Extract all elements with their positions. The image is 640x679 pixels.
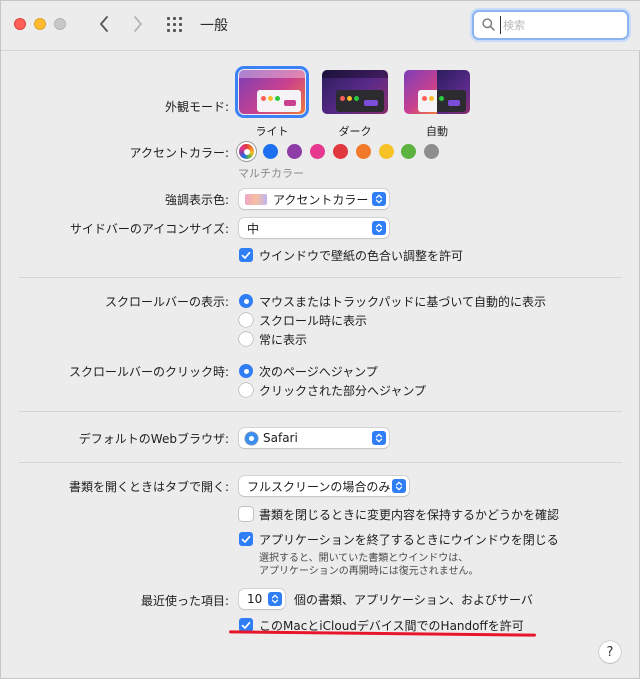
close-windows-label: アプリケーションを終了するときにウインドウを閉じる: [259, 533, 559, 547]
checkmark-icon: [241, 621, 251, 629]
radio-scroll-when-scrolling-label: スクロール時に表示: [259, 314, 368, 328]
checkmark-icon: [241, 251, 251, 259]
radio-scroll-auto-label: マウスまたはトラックパッドに基づいて自動的に表示: [259, 295, 547, 309]
sidebar-icon-size-value: 中: [247, 221, 260, 236]
checkmark-icon: [241, 535, 251, 543]
highlight-color-value: アクセントカラー: [273, 192, 369, 207]
appearance-option-label: ダーク: [338, 125, 372, 138]
close-windows-checkbox[interactable]: [239, 532, 253, 546]
accent-orange-swatch[interactable]: [356, 144, 371, 159]
search-input[interactable]: [500, 16, 620, 34]
ask-keep-changes-label: 書類を閉じるときに変更内容を保持するかどうかを確認: [259, 508, 560, 522]
separator: [19, 462, 622, 463]
separator: [19, 277, 622, 278]
sidebar-icon-size-label: サイドバーのアイコンサイズ:: [69, 222, 229, 236]
chevron-right-icon: [134, 16, 142, 32]
sidebar-icon-size-popup[interactable]: 中: [239, 218, 389, 238]
accent-green-swatch[interactable]: [401, 144, 416, 159]
zoom-window-button[interactable]: [54, 18, 66, 30]
close-window-button[interactable]: [14, 18, 26, 30]
accent-blue-swatch[interactable]: [263, 144, 278, 159]
appearance-option-light[interactable]: ライト: [235, 66, 309, 139]
radio-scroll-auto[interactable]: [239, 294, 253, 308]
default-browser-value: Safari: [263, 431, 298, 445]
scrollbar-show-label: スクロールバーの表示:: [104, 295, 229, 309]
pane-title: 一般: [200, 18, 228, 34]
scrollbar-click-label: スクロールバーのクリック時:: [68, 365, 229, 379]
dark-thumbnail: [322, 70, 388, 114]
separator: [19, 411, 622, 412]
radio-scroll-always-label: 常に表示: [259, 333, 308, 347]
minimize-window-button[interactable]: [34, 18, 46, 30]
open-in-tabs-value: フルスクリーンの場合のみ: [247, 479, 391, 494]
chevron-updown-icon: [268, 592, 282, 606]
highlight-color-label: 強調表示色:: [164, 193, 229, 207]
recent-items-label: 最近使った項目:: [140, 594, 229, 608]
safari-icon: [245, 431, 258, 445]
show-all-grid-icon[interactable]: [165, 14, 185, 34]
radio-scroll-always[interactable]: [239, 332, 253, 346]
accent-red-swatch[interactable]: [333, 144, 348, 159]
highlight-color-popup[interactable]: アクセントカラー: [239, 189, 389, 209]
wallpaper-tint-label: ウインドウで壁紙の色合い調整を許可: [259, 249, 464, 263]
recent-items-popup[interactable]: 10: [239, 589, 285, 609]
radio-jump-next-page-label: 次のページへジャンプ: [259, 365, 378, 379]
open-in-tabs-label: 書類を開くときはタブで開く:: [68, 480, 229, 494]
recent-items-suffix: 個の書類、アプリケーション、およびサーバ: [294, 593, 533, 607]
close-windows-note-line1: 選択すると、開いていた書類とウインドウは、: [259, 553, 469, 564]
accent-color-label: アクセントカラー:: [129, 146, 229, 160]
recent-items-value: 10: [247, 592, 263, 606]
default-browser-popup[interactable]: Safari: [239, 428, 389, 448]
ask-keep-changes-checkbox[interactable]: [239, 507, 253, 521]
forward-button[interactable]: [127, 13, 149, 35]
appearance-label: 外観モード:: [164, 100, 229, 114]
help-button[interactable]: ?: [599, 641, 621, 663]
search-field[interactable]: [472, 10, 629, 40]
search-icon: [482, 18, 495, 31]
light-thumbnail: [235, 66, 309, 118]
back-button[interactable]: [93, 13, 115, 35]
appearance-option-auto[interactable]: 自動: [404, 70, 470, 139]
accent-selected-name: マルチカラー: [238, 167, 304, 180]
appearance-option-label: 自動: [426, 125, 448, 138]
chevron-updown-icon: [392, 479, 406, 493]
appearance-option-dark[interactable]: ダーク: [322, 70, 388, 139]
radio-scroll-when-scrolling[interactable]: [239, 313, 253, 327]
accent-purple-swatch[interactable]: [287, 144, 302, 159]
chevron-updown-icon: [372, 431, 386, 445]
accent-yellow-swatch[interactable]: [379, 144, 394, 159]
system-preferences-window: 一般 外観モード: ライト ダーク: [0, 0, 640, 679]
auto-thumbnail: [404, 70, 470, 114]
default-browser-label: デフォルトのWebブラウザ:: [78, 432, 229, 446]
chevron-updown-icon: [372, 221, 386, 235]
open-in-tabs-popup[interactable]: フルスクリーンの場合のみ: [239, 476, 409, 496]
radio-jump-clicked-spot-label: クリックされた部分へジャンプ: [259, 384, 427, 398]
close-windows-note-line2: アプリケーションの再開時には復元されません。: [259, 566, 479, 577]
chevron-updown-icon: [372, 192, 386, 206]
toolbar: 一般: [1, 1, 640, 51]
accent-multicolor-swatch[interactable]: [239, 144, 254, 159]
wallpaper-tint-checkbox[interactable]: [239, 248, 253, 262]
radio-jump-next-page[interactable]: [239, 364, 253, 378]
accent-pink-swatch[interactable]: [310, 144, 325, 159]
highlight-swatch: [245, 193, 267, 205]
chevron-left-icon: [100, 16, 108, 32]
accent-graphite-swatch[interactable]: [424, 144, 439, 159]
radio-jump-clicked-spot[interactable]: [239, 383, 253, 397]
appearance-option-label: ライト: [255, 125, 289, 138]
